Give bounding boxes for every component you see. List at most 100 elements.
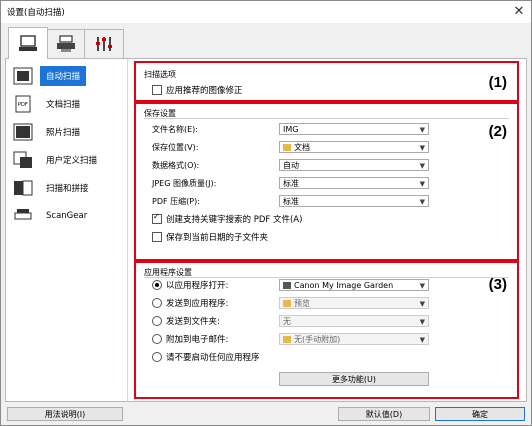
checkbox-box <box>152 85 162 95</box>
sidebar-item-label: 用户定义扫描 <box>46 156 98 166</box>
checkbox-label: 保存到当前日期的子文件夹 <box>166 233 269 243</box>
chevron-down-icon[interactable]: ▼ <box>420 196 425 208</box>
close-icon[interactable]: ✕ <box>511 4 527 20</box>
jpeg-quality-value: 标准 <box>283 179 299 188</box>
send-to-folder-radio[interactable]: 发送到文件夹: <box>152 314 220 328</box>
chevron-down-icon[interactable]: ▼ <box>420 142 425 154</box>
chevron-down-icon[interactable]: ▼ <box>420 178 425 190</box>
file-name-value: IMG <box>283 125 299 134</box>
save-in-value: 文档 <box>294 143 310 152</box>
file-name-combo[interactable]: IMG ▼ <box>279 123 429 135</box>
sidebar-item-document-scan[interactable]: PDF 文档扫描 <box>12 92 124 116</box>
attach-email-value: 无(手动附加) <box>294 335 341 344</box>
section-divider <box>144 118 509 119</box>
open-with-app-select[interactable]: Canon My Image Garden ▼ <box>279 279 429 291</box>
send-to-folder-value: 无 <box>283 317 291 326</box>
tab-general-settings[interactable] <box>84 29 124 58</box>
sidebar-item-scangear[interactable]: ScanGear <box>12 204 124 228</box>
folder-icon <box>283 336 291 343</box>
sidebar-item-stitch-scan[interactable]: 扫描和拼接 <box>12 176 124 200</box>
chevron-down-icon[interactable]: ▼ <box>420 334 425 346</box>
more-functions-button[interactable]: 更多功能(U) <box>279 372 429 386</box>
chevron-down-icon[interactable]: ▼ <box>420 316 425 328</box>
radio-label: 发送到应用程序: <box>166 299 229 309</box>
save-to-subfolder-checkbox[interactable]: 保存到当前日期的子文件夹 <box>152 230 268 244</box>
folder-icon <box>283 300 291 307</box>
save-in-select[interactable]: 文档 ▼ <box>279 141 429 153</box>
file-name-label: 文件名称(E): <box>152 125 198 134</box>
tab-scan-from-panel[interactable] <box>46 29 86 58</box>
sidebar-item-photo-scan[interactable]: 照片扫描 <box>12 120 124 144</box>
attach-email-radio[interactable]: 附加到电子邮件: <box>152 332 228 346</box>
send-to-app-select[interactable]: 预览 ▼ <box>279 297 429 309</box>
radio-circle <box>152 298 162 308</box>
save-in-label: 保存位置(V): <box>152 143 199 152</box>
tab-bar <box>1 23 531 59</box>
radio-circle <box>152 280 162 290</box>
scangear-icon <box>12 207 34 225</box>
folder-icon <box>283 144 291 151</box>
data-format-select[interactable]: 自动 ▼ <box>279 159 429 171</box>
checkbox-box <box>152 212 162 224</box>
stitch-scan-icon <box>12 179 34 197</box>
ok-button[interactable]: 确定 <box>435 407 525 421</box>
sidebar-item-custom-scan[interactable]: 用户定义扫描 <box>12 148 124 172</box>
send-to-folder-select[interactable]: 无 ▼ <box>279 315 429 327</box>
callout-number: (1) <box>488 74 507 91</box>
radio-label: 发送到文件夹: <box>166 317 220 327</box>
radio-circle <box>152 316 162 326</box>
tools-icon <box>96 37 112 51</box>
create-pdf-keyword-checkbox[interactable]: 创建支持关键字搜索的 PDF 文件(A) <box>152 212 302 226</box>
sidebar-item-label: 扫描和拼接 <box>46 184 89 194</box>
chevron-down-icon[interactable]: ▼ <box>420 298 425 310</box>
checkbox-box <box>152 232 162 242</box>
save-settings-panel: 保存设置 (2) 文件名称(E): IMG ▼ 保存位置(V): 文档 ▼ 数据… <box>134 102 519 261</box>
data-format-label: 数据格式(O): <box>152 161 200 170</box>
pdf-compression-label: PDF 压缩(P): <box>152 197 200 206</box>
sidebar-item-label: ScanGear <box>46 211 88 221</box>
scan-options-panel: 扫描选项 (1) 应用推荐的图像修正 <box>134 61 519 102</box>
computer-icon <box>19 34 37 51</box>
pdf-compression-value: 标准 <box>283 197 299 206</box>
chevron-down-icon[interactable]: ▼ <box>420 124 425 136</box>
app-settings-panel: 应用程序设置 (3) 以应用程序打开: Canon My Image Garde… <box>134 261 519 399</box>
title-bar: 设置(自动扫描) ✕ <box>1 1 531 23</box>
app-icon <box>283 282 291 289</box>
document-scan-icon: PDF <box>12 95 34 113</box>
sidebar-item-label: 文档扫描 <box>46 100 81 110</box>
chevron-down-icon[interactable]: ▼ <box>420 160 425 172</box>
window-title: 设置(自动扫描) <box>7 8 65 18</box>
attach-email-select[interactable]: 无(手动附加) ▼ <box>279 333 429 345</box>
apply-correction-checkbox[interactable]: 应用推荐的图像修正 <box>152 83 243 97</box>
content-area: 自动扫描 PDF 文档扫描 照片扫描 用户定义扫描 扫描和拼接 ScanGear… <box>5 58 527 402</box>
radio-circle <box>152 334 162 344</box>
photo-scan-icon <box>12 123 34 141</box>
open-with-app-radio[interactable]: 以应用程序打开: <box>152 278 228 292</box>
sidebar-item-label: 自动扫描 <box>40 66 87 86</box>
radio-label: 附加到电子邮件: <box>166 335 229 345</box>
svg-text:PDF: PDF <box>18 102 28 108</box>
open-with-app-value: Canon My Image Garden <box>294 281 394 290</box>
jpeg-quality-select[interactable]: 标准 ▼ <box>279 177 429 189</box>
sidebar: 自动扫描 PDF 文档扫描 照片扫描 用户定义扫描 扫描和拼接 ScanGear <box>6 59 128 401</box>
send-to-app-radio[interactable]: 发送到应用程序: <box>152 296 228 310</box>
checkbox-label: 创建支持关键字搜索的 PDF 文件(A) <box>166 215 303 225</box>
jpeg-quality-label: JPEG 图像质量(J): <box>152 179 217 188</box>
custom-scan-icon <box>12 151 34 169</box>
radio-label: 以应用程序打开: <box>166 281 229 291</box>
auto-scan-icon <box>12 67 34 85</box>
chevron-down-icon[interactable]: ▼ <box>420 280 425 292</box>
pdf-compression-select[interactable]: 标准 ▼ <box>279 195 429 207</box>
sidebar-item-auto-scan[interactable]: 自动扫描 <box>12 64 124 88</box>
tab-scan-from-computer[interactable] <box>8 27 48 59</box>
help-button[interactable]: 用法说明(I) <box>7 407 123 421</box>
radio-label: 请不要启动任何应用程序 <box>166 353 260 363</box>
sidebar-item-label: 照片扫描 <box>46 128 81 138</box>
no-app-radio[interactable]: 请不要启动任何应用程序 <box>152 350 260 364</box>
checkbox-label: 应用推荐的图像修正 <box>166 86 243 96</box>
data-format-value: 自动 <box>283 161 299 170</box>
settings-window: 设置(自动扫描) ✕ 自动扫描 PDF 文档扫描 照片扫描 用户定义扫描 扫描和… <box>0 0 532 426</box>
section-title: 扫描选项 <box>144 70 176 79</box>
callout-number: (2) <box>488 123 507 140</box>
defaults-button[interactable]: 默认值(D) <box>338 407 430 421</box>
